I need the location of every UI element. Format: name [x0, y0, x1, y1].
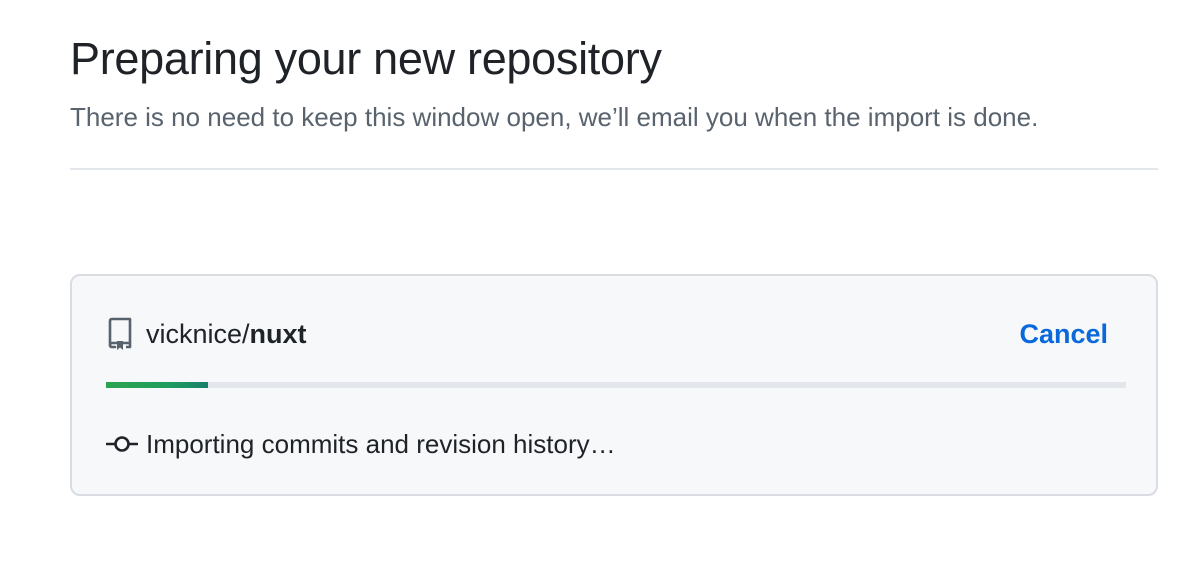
import-progress-fill [106, 382, 208, 388]
import-status-row: Importing commits and revision history… [105, 426, 616, 462]
repo-owner: vicknice [146, 319, 243, 349]
import-status-text: Importing commits and revision history… [146, 429, 616, 459]
cancel-button[interactable]: Cancel [1019, 316, 1108, 352]
repo-icon [106, 317, 134, 351]
import-progress-bar [106, 382, 1126, 388]
page-subtitle: There is no need to keep this window ope… [70, 102, 1039, 132]
divider [70, 168, 1158, 170]
repo-full-name: vicknice/nuxt [146, 316, 307, 352]
repo-name: nuxt [249, 319, 307, 349]
repo-row: vicknice/nuxt [106, 316, 307, 352]
git-commit-icon [105, 434, 139, 454]
page-title: Preparing your new repository [70, 33, 662, 84]
import-page: Preparing your new repository There is n… [70, 0, 1158, 496]
import-status-box: vicknice/nuxt Cancel Importing commits a… [70, 274, 1158, 496]
repo-separator: / [242, 319, 250, 349]
